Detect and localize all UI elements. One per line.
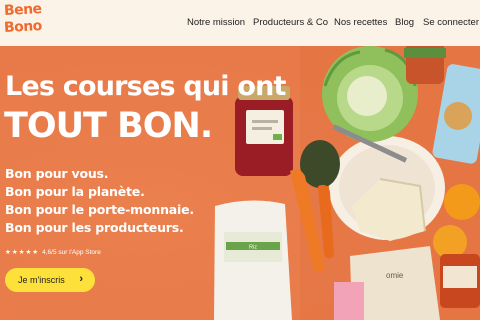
signup-button[interactable]: Je m'inscris › — [5, 268, 95, 292]
star-icon: ★★★★★ — [5, 249, 40, 256]
logo-line1: Bene — [3, 1, 43, 20]
brand-logo[interactable]: Bene Bono — [3, 1, 44, 42]
benefit-line: Bon pour les producteurs. — [5, 220, 184, 235]
benefit-line: Bon pour le porte-monnaie. — [5, 202, 194, 217]
snack-pack-text: omie — [386, 271, 404, 280]
rating-text: 4,6/5 sur l'App Store — [42, 249, 101, 256]
pink-box — [334, 282, 364, 320]
biscuit — [444, 102, 472, 130]
benefit-line: Bon pour la planète. — [5, 184, 145, 199]
logo-line2: Bono — [3, 18, 43, 37]
top-jar-band — [404, 48, 446, 58]
nav-link-se-connecter[interactable]: Se connecter — [423, 17, 479, 28]
nav-link-producteurs[interactable]: Producteurs & Co — [253, 17, 328, 28]
jam-label-line — [252, 120, 278, 123]
orange — [433, 225, 467, 259]
site-header: Bene Bono Notre mission Producteurs & Co… — [0, 0, 480, 46]
rice-bag-text: Riz — [249, 245, 257, 251]
app-store-rating: ★★★★★ 4,6/5 sur l'App Store — [5, 248, 101, 256]
hero-headline-line2: TOUT BON. — [4, 106, 213, 146]
nav-link-notre-mission[interactable]: Notre mission — [187, 17, 245, 28]
chevron-right-icon: › — [79, 273, 83, 285]
jam-label-line — [252, 127, 272, 130]
hero-section: Riz omie Les courses qui ont TOUT BON. B… — [0, 46, 480, 320]
nav-link-blog[interactable]: Blog — [395, 17, 414, 28]
sauce-jar-label — [443, 266, 477, 288]
bio-badge — [273, 134, 282, 140]
orange — [444, 184, 480, 220]
cauliflower-head — [347, 76, 387, 116]
signup-button-label: Je m'inscris — [18, 275, 65, 285]
benefit-line: Bon pour vous. — [5, 166, 109, 181]
hero-headline-line1: Les courses qui ont — [5, 71, 286, 102]
nav-link-recettes[interactable]: Nos recettes — [334, 17, 387, 28]
